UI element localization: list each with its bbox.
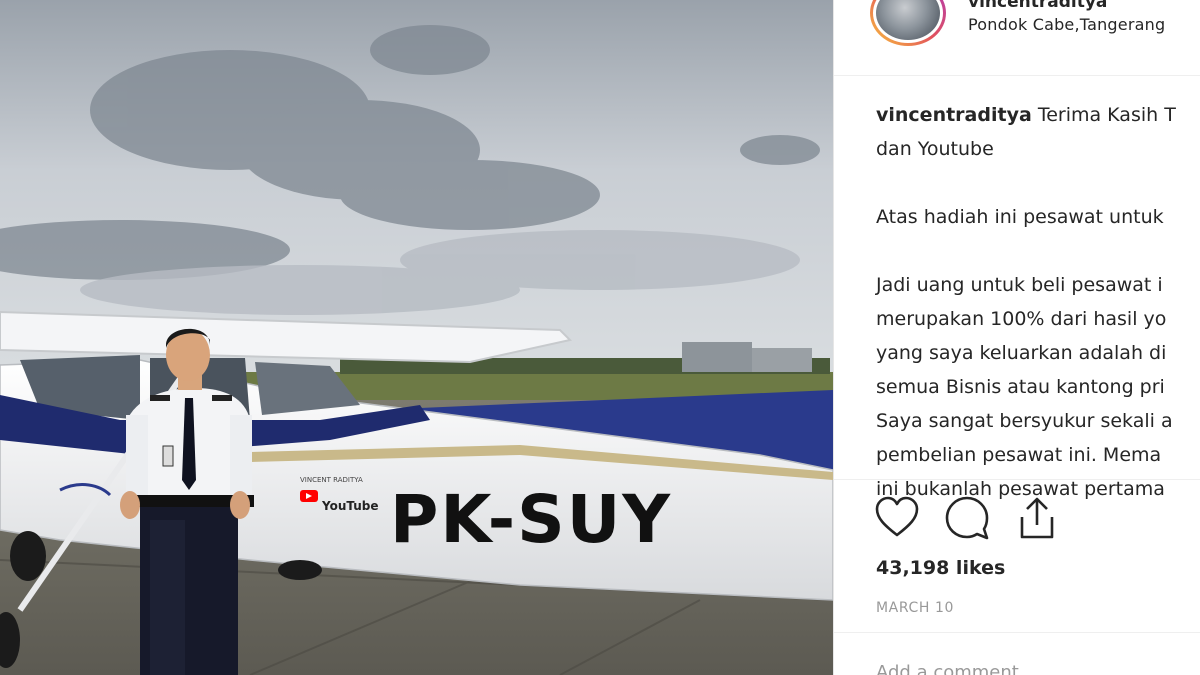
caption-line: semua Bisnis atau kantong pri [876,376,1165,398]
aircraft-registration: PK-SUY [390,481,672,558]
share-button[interactable] [1014,495,1062,543]
actions-separator [834,479,1200,480]
avatar[interactable] [870,0,946,46]
airplane-photo: YouTube VINCENT RADITYA PK-SUY [0,0,833,675]
avatar-ring [873,0,943,43]
caption-line: merupakan 100% dari hasil yo [876,308,1167,330]
caption-line: yang saya keluarkan adalah di [876,342,1167,364]
caption-line: pembelian pesawat ini. Mema [876,444,1162,466]
caption-line: vincentraditya Terima Kasih T [876,98,1200,132]
post-date[interactable]: MARCH 10 [876,600,954,616]
comment-separator [834,632,1200,633]
post-header: vincentraditya Pondok Cabe,Tangerang [834,0,1200,76]
heart-icon [875,496,919,537]
sticker-text: VINCENT RADITYA [300,476,363,484]
header-username[interactable]: vincentraditya [968,0,1107,12]
likes-count[interactable]: 43,198 likes [876,557,1005,579]
post-photo[interactable]: YouTube VINCENT RADITYA PK-SUY [0,0,833,675]
location-link[interactable]: Pondok Cabe,Tangerang [968,15,1165,34]
caption-line: dan Youtube [876,138,994,160]
comment-button[interactable] [944,495,992,543]
share-icon [1020,497,1054,539]
avatar-photo [876,0,940,40]
comment-icon [945,496,989,540]
caption: vincentraditya Terima Kasih T dan Youtub… [876,98,1200,506]
caption-line: Jadi uang untuk beli pesawat i [876,274,1163,296]
post-side-panel: vincentraditya Pondok Cabe,Tangerang vin… [834,0,1200,675]
caption-line: Atas hadiah ini pesawat untuk [876,206,1164,228]
comment-input[interactable]: Add a comment... [876,662,1036,675]
like-button[interactable] [874,495,922,543]
youtube-badge-text: YouTube [321,499,379,513]
caption-text: Terima Kasih T [1037,104,1176,126]
caption-username[interactable]: vincentraditya [876,104,1032,126]
caption-line: Saya sangat bersyukur sekali a [876,410,1173,432]
